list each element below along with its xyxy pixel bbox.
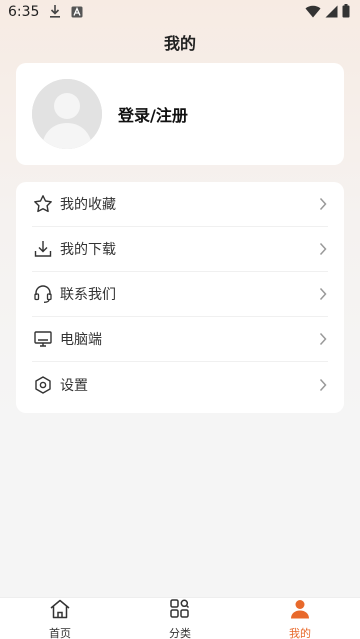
star-icon <box>32 193 54 215</box>
chevron-right-icon <box>318 377 328 393</box>
download-icon <box>32 238 54 260</box>
status-bar: 6:35 <box>0 0 360 24</box>
person-icon <box>289 599 311 623</box>
nav-item-mine[interactable]: 我的 <box>240 598 360 639</box>
menu-item-desktop[interactable]: 电脑端 <box>32 317 328 362</box>
menu-label-desktop: 电脑端 <box>60 332 102 348</box>
login-register-link[interactable]: 登录/注册 <box>118 102 188 126</box>
nav-label-category: 分类 <box>169 626 191 639</box>
battery-icon <box>342 3 350 22</box>
menu-label-contact: 联系我们 <box>60 287 116 303</box>
chevron-right-icon <box>318 331 328 347</box>
download-status-icon <box>49 3 61 22</box>
menu-item-settings[interactable]: 设置 <box>32 362 328 407</box>
app-notification-icon <box>71 3 83 22</box>
page-title: 我的 <box>163 34 196 53</box>
menu-item-contact[interactable]: 联系我们 <box>32 272 328 317</box>
settings-hexagon-icon <box>32 374 54 396</box>
profile-card[interactable]: 登录/注册 <box>16 63 344 165</box>
nav-label-mine: 我的 <box>289 626 311 639</box>
headset-icon <box>32 283 54 305</box>
status-right <box>305 3 350 22</box>
category-icon <box>169 598 191 623</box>
status-left: 6:35 <box>8 3 83 22</box>
menu-label-settings: 设置 <box>60 377 88 394</box>
status-time: 6:35 <box>8 4 40 20</box>
home-icon <box>49 599 71 623</box>
menu-card: 我的收藏 我的下载 联系我们 电脑端 设置 <box>16 182 344 413</box>
chevron-right-icon <box>318 286 328 302</box>
signal-icon <box>325 3 338 22</box>
avatar[interactable] <box>32 79 102 149</box>
menu-item-downloads[interactable]: 我的下载 <box>32 227 328 272</box>
wifi-icon <box>305 3 321 22</box>
nav-item-category[interactable]: 分类 <box>120 598 240 639</box>
menu-label-downloads: 我的下载 <box>60 242 116 258</box>
nav-label-home: 首页 <box>49 626 71 639</box>
chevron-right-icon <box>318 241 328 257</box>
default-avatar-icon <box>32 79 102 149</box>
menu-label-favorites: 我的收藏 <box>60 197 116 213</box>
chevron-right-icon <box>318 196 328 212</box>
bottom-nav: 首页 分类 我的 <box>0 597 360 639</box>
menu-item-favorites[interactable]: 我的收藏 <box>32 182 328 227</box>
nav-item-home[interactable]: 首页 <box>0 598 120 639</box>
monitor-icon <box>32 328 54 350</box>
